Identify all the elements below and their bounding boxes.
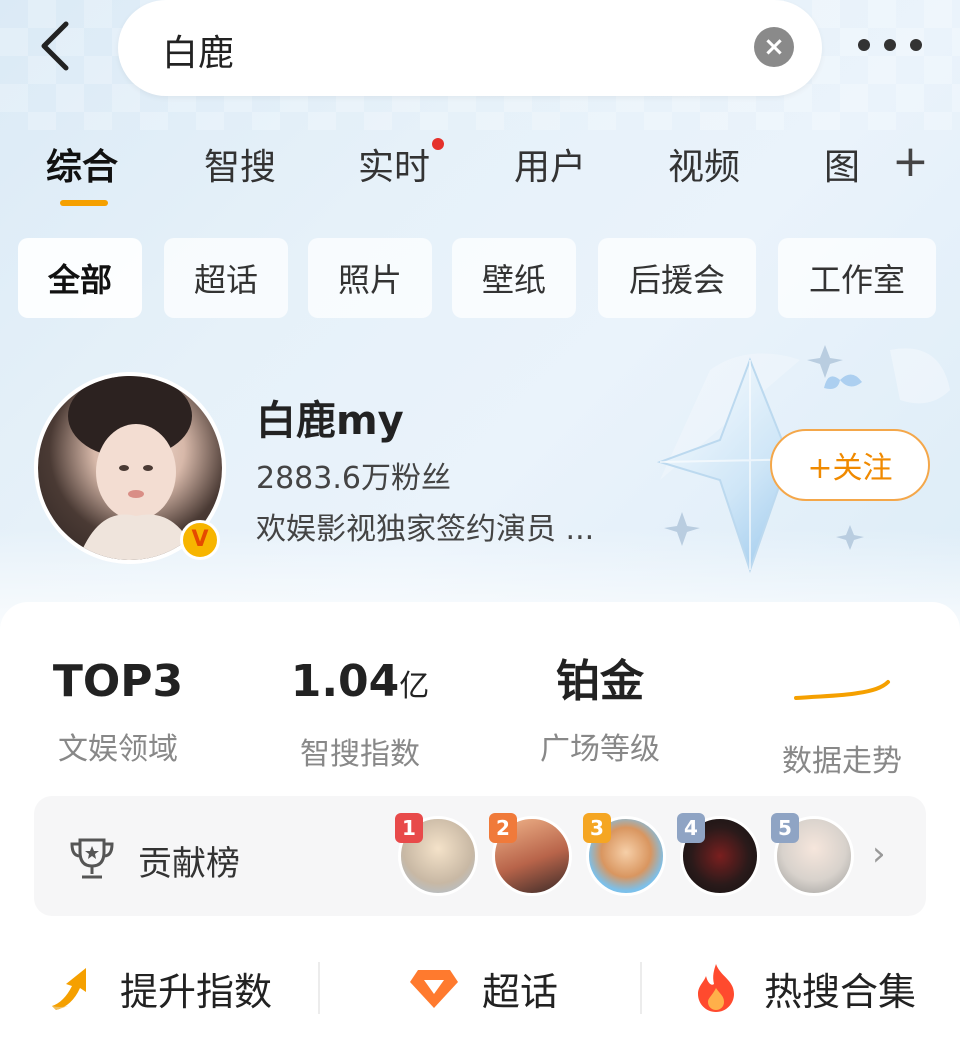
filter-chip-photos[interactable]: 照片: [308, 238, 432, 318]
filter-chip-supertopic[interactable]: 超话: [164, 238, 288, 318]
rank-number-badge: 2: [489, 813, 517, 843]
fan-count: 2883.6万粉丝: [256, 461, 451, 496]
trophy-icon: [70, 838, 114, 879]
tab-videos[interactable]: 视频: [668, 138, 740, 190]
back-button[interactable]: [28, 18, 84, 74]
tab-users[interactable]: 用户: [514, 138, 586, 190]
filter-chip-all[interactable]: 全部: [18, 238, 142, 318]
user-description: 欢娱影视独家签约演员 ...: [256, 512, 595, 547]
tab-comprehensive[interactable]: 综合: [46, 138, 119, 206]
filter-chip-wallpapers[interactable]: 壁纸: [452, 238, 576, 318]
stat-value: 1.04: [290, 656, 400, 707]
action-label: 提升指数: [120, 969, 273, 1014]
filter-chips: 全部 超话 照片 壁纸 后援会 工作室: [0, 238, 960, 318]
tab-label: 实时: [358, 147, 431, 188]
flame-icon: [698, 964, 734, 1012]
contributor-avatar-3[interactable]: 3: [583, 813, 666, 896]
stat-smart-index[interactable]: 1.04亿 智搜指数: [260, 656, 460, 773]
stat-label: 数据走势: [782, 744, 902, 779]
chevron-right-icon[interactable]: ›: [872, 834, 886, 874]
stat-domain-rank[interactable]: TOP3 文娱领域: [18, 656, 218, 768]
stat-plaza-level[interactable]: 铂金 广场等级: [500, 656, 700, 768]
action-label: 超话: [482, 969, 559, 1014]
stat-data-trend[interactable]: 数据走势: [742, 656, 942, 780]
stat-unit: 亿: [399, 669, 430, 704]
dot-icon: [884, 39, 896, 51]
rank-number-badge: 3: [583, 813, 611, 843]
active-tab-indicator: [60, 200, 108, 206]
search-bar[interactable]: 白鹿 ×: [118, 0, 822, 96]
follow-button[interactable]: +关注: [770, 429, 930, 501]
dot-icon: [910, 39, 922, 51]
rank-number-badge: 5: [771, 813, 799, 843]
arrow-up-icon: [52, 968, 86, 1010]
contributor-avatar-4[interactable]: 4: [677, 813, 760, 896]
more-menu-button[interactable]: [858, 30, 922, 60]
contribution-board[interactable]: 贡献榜 1 2 3 4 5 ›: [34, 796, 926, 916]
dot-icon: [858, 39, 870, 51]
user-name[interactable]: 白鹿my: [256, 388, 404, 446]
tab-images[interactable]: 图: [824, 138, 860, 190]
stat-label: 广场等级: [540, 732, 660, 767]
contributor-avatar-5[interactable]: 5: [771, 813, 854, 896]
divider: [318, 962, 320, 1014]
rank-number-badge: 1: [395, 813, 423, 843]
boost-index-button[interactable]: 提升指数: [46, 958, 272, 1018]
stat-label: 智搜指数: [300, 737, 420, 772]
contributor-avatar-2[interactable]: 2: [489, 813, 572, 896]
trend-sparkline-icon: [794, 680, 890, 700]
stat-label: 文娱领域: [58, 732, 178, 767]
filter-chip-studio[interactable]: 工作室: [778, 238, 936, 318]
diamond-icon: [410, 970, 458, 1008]
verified-badge-icon: V: [180, 520, 220, 560]
stat-value: TOP3: [52, 656, 184, 707]
tab-realtime[interactable]: 实时: [358, 138, 445, 190]
contribution-title: 贡献榜: [138, 844, 240, 884]
tab-label: 用户: [514, 147, 587, 188]
tab-label: 综合: [46, 147, 119, 188]
contributor-avatar-1[interactable]: 1: [395, 813, 478, 896]
action-label: 热搜合集: [764, 969, 917, 1014]
filter-chip-fanclub[interactable]: 后援会: [598, 238, 756, 318]
stat-value: 铂金: [556, 656, 644, 707]
divider: [640, 962, 642, 1014]
supertopic-button[interactable]: 超话: [408, 958, 558, 1018]
search-tabs: 综合 智搜 实时 用户 视频 图: [0, 138, 960, 218]
tab-label: 图: [824, 147, 861, 188]
tab-smart-search[interactable]: 智搜: [204, 138, 276, 190]
add-tab-button[interactable]: +: [892, 140, 929, 184]
rank-number-badge: 4: [677, 813, 705, 843]
back-arrow-icon: [41, 21, 69, 71]
new-dot-badge: [432, 138, 445, 150]
hot-search-collection-button[interactable]: 热搜合集: [690, 958, 916, 1018]
clear-search-button[interactable]: ×: [754, 27, 794, 67]
tab-label: 视频: [668, 147, 741, 188]
search-query[interactable]: 白鹿: [162, 24, 234, 76]
tab-label: 智搜: [204, 147, 277, 188]
